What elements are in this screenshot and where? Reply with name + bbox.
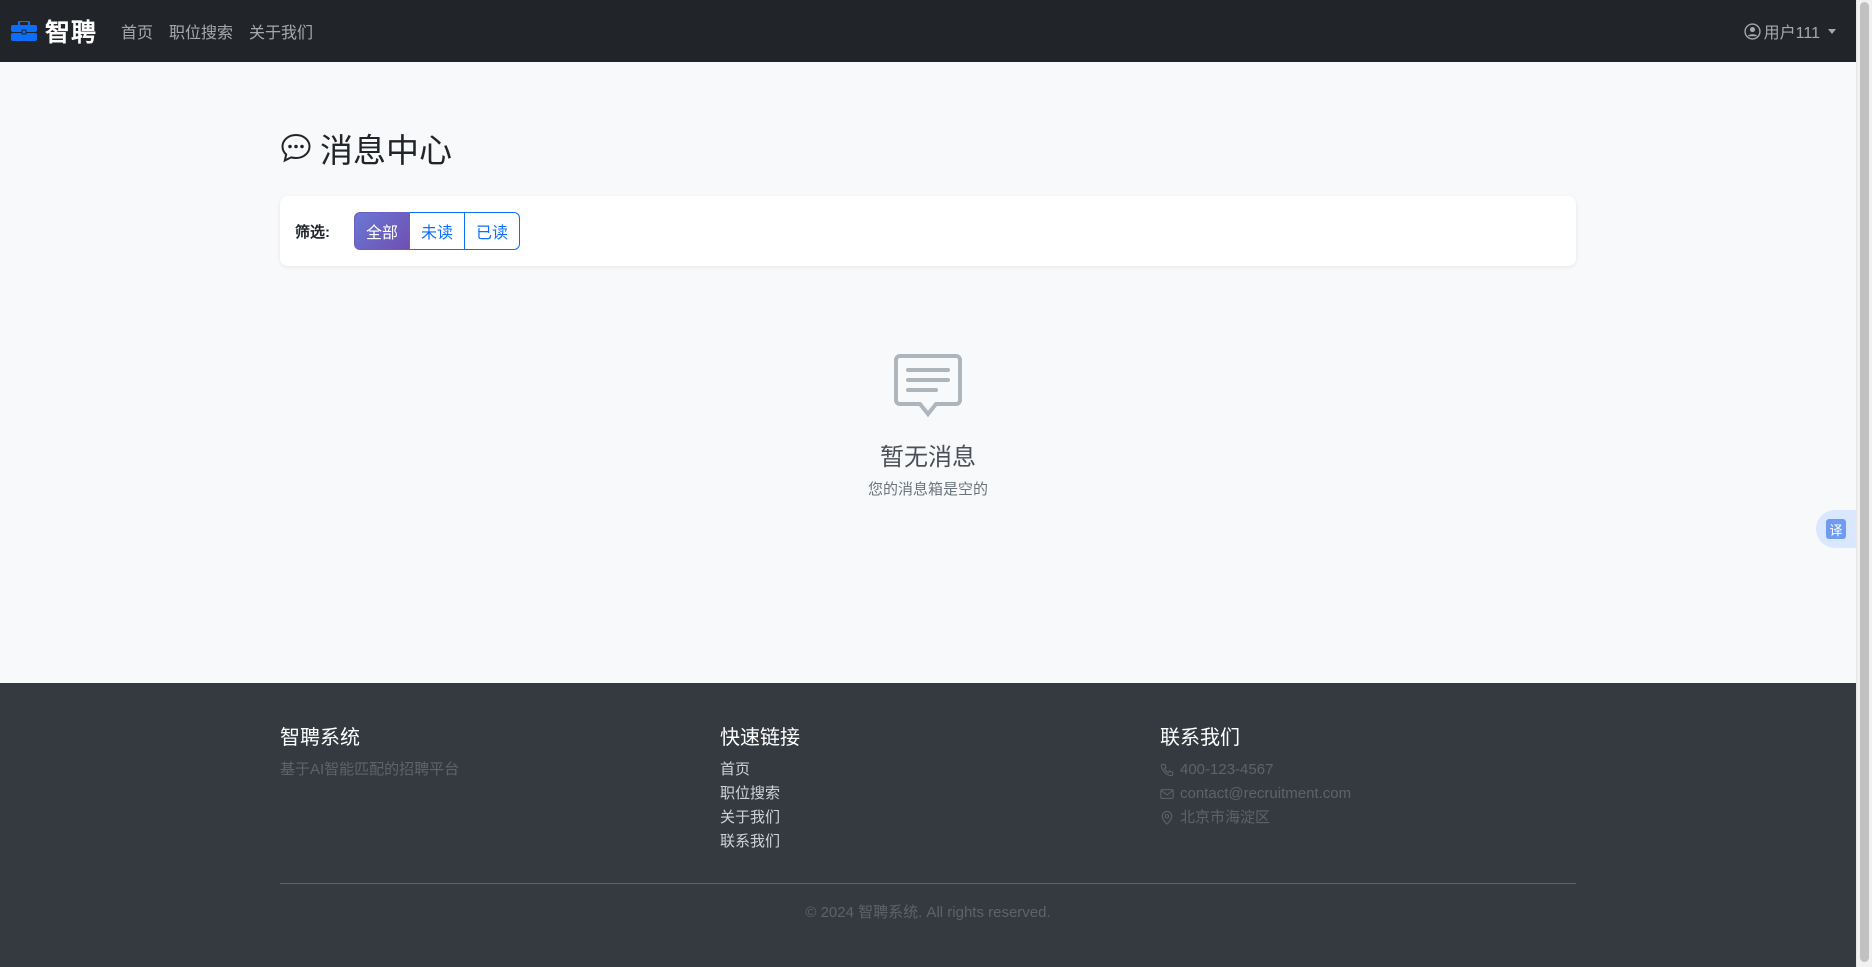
footer-phone-text: 400-123-4567 <box>1180 761 1274 778</box>
footer-contact: 联系我们 400-123-4567 contact@recruitment.co… <box>1160 721 1351 830</box>
nav-links: 首页 职位搜索 关于我们 <box>121 19 329 43</box>
footer-contact-title: 联系我们 <box>1160 727 1240 749</box>
page-scrollbar[interactable] <box>1856 0 1872 967</box>
nav-link-home[interactable]: 首页 <box>121 19 153 43</box>
briefcase-icon <box>11 21 37 41</box>
footer-address-text: 北京市海淀区 <box>1180 809 1271 826</box>
page-title-text: 消息中心 <box>320 132 452 169</box>
footer-link-job-search[interactable]: 职位搜索 <box>720 782 800 806</box>
user-dropdown[interactable]: 用户111 <box>1744 0 1836 62</box>
footer-link-home[interactable]: 首页 <box>720 758 800 782</box>
filter-card: 筛选: 全部 未读 已读 <box>280 196 1576 266</box>
envelope-icon <box>1160 789 1174 799</box>
user-name: 用户111 <box>1763 25 1820 42</box>
footer-quick-links: 快速链接 首页 职位搜索 关于我们 联系我们 <box>720 721 800 854</box>
footer-phone: 400-123-4567 <box>1160 758 1351 782</box>
nav-link-about[interactable]: 关于我们 <box>249 19 313 43</box>
phone-icon <box>1160 763 1174 777</box>
footer-address: 北京市海淀区 <box>1160 806 1351 830</box>
scrollbar-thumb[interactable] <box>1860 2 1869 962</box>
footer-links-title: 快速链接 <box>720 727 800 749</box>
message-square-icon <box>894 354 962 418</box>
caret-down-icon <box>1828 28 1836 34</box>
filter-button-group: 全部 未读 已读 <box>354 212 521 250</box>
footer-copyright: © 2024 智聘系统. All rights reserved. <box>805 904 1051 921</box>
footer-about-title: 智聘系统 <box>280 727 360 749</box>
filter-unread-button[interactable]: 未读 <box>410 212 466 250</box>
empty-state: 暂无消息 您的消息箱是空的 <box>280 352 1576 499</box>
footer-email: contact@recruitment.com <box>1160 782 1351 806</box>
footer-about: 智聘系统 基于AI智能匹配的招聘平台 <box>280 721 459 782</box>
filter-label: 筛选: <box>295 223 330 241</box>
top-navbar: 智聘 首页 职位搜索 关于我们 用户111 <box>0 0 1856 62</box>
footer-email-text: contact@recruitment.com <box>1180 785 1352 802</box>
footer-about-desc: 基于AI智能匹配的招聘平台 <box>280 761 460 778</box>
translate-icon: 译 <box>1826 519 1846 539</box>
brand-name: 智聘 <box>45 19 98 47</box>
footer-divider <box>280 883 1576 884</box>
empty-title: 暂无消息 <box>880 444 976 471</box>
filter-all-button[interactable]: 全部 <box>354 212 411 250</box>
nav-link-job-search[interactable]: 职位搜索 <box>169 19 233 43</box>
map-pin-icon <box>1161 811 1173 825</box>
footer-link-contact[interactable]: 联系我们 <box>720 830 800 854</box>
brand-link[interactable]: 智聘 <box>11 13 97 49</box>
user-circle-icon <box>1744 22 1761 40</box>
footer-link-about[interactable]: 关于我们 <box>720 806 800 830</box>
empty-subtitle: 您的消息箱是空的 <box>867 481 988 498</box>
filter-read-button[interactable]: 已读 <box>465 212 521 250</box>
translate-float-button[interactable]: 译 <box>1816 510 1856 548</box>
page-title: 消息中心 <box>280 124 452 172</box>
site-footer: 智聘系统 基于AI智能匹配的招聘平台 快速链接 首页 职位搜索 关于我们 联系我… <box>0 683 1856 967</box>
chat-dots-icon <box>281 133 311 163</box>
